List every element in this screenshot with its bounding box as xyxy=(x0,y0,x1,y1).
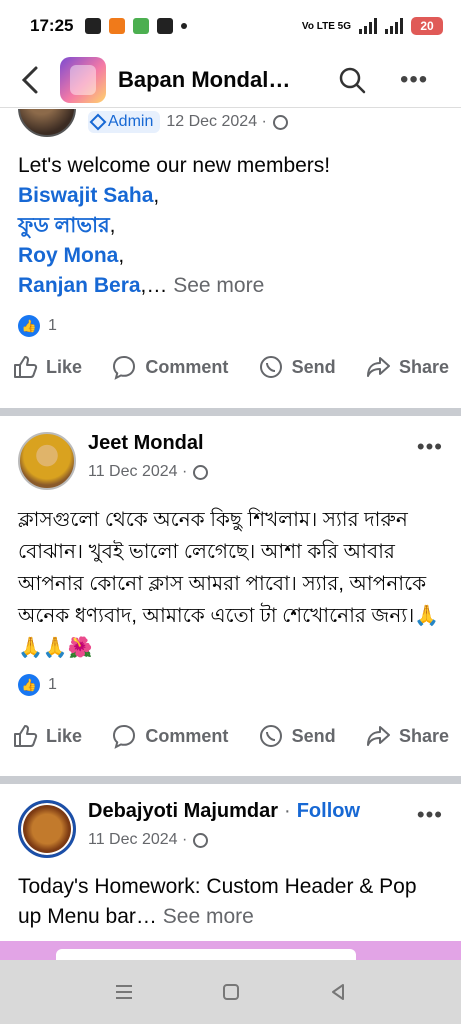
notification-icons xyxy=(85,18,188,34)
more-notifications-dot-icon xyxy=(181,23,188,29)
post-date: 12 Dec 2024 · xyxy=(166,113,267,130)
post-debajyoti: Debajyoti Majumdar · Follow 11 Dec 2024 … xyxy=(0,784,461,932)
status-time: 17:25 xyxy=(30,16,74,35)
whatsapp-icon xyxy=(259,725,282,747)
home-button[interactable] xyxy=(211,972,251,1012)
search-icon xyxy=(339,67,366,93)
author-avatar[interactable] xyxy=(18,109,76,137)
post-body: Let's welcome our new members! Biswajit … xyxy=(18,154,331,297)
status-right: Vo LTE 5G 20 xyxy=(302,17,443,35)
whatsapp-icon xyxy=(259,356,282,378)
signal-5g-icon xyxy=(385,18,403,34)
admin-icon xyxy=(89,113,107,131)
post-divider xyxy=(0,776,461,784)
see-more-link[interactable]: See more xyxy=(173,274,264,297)
group-avatar[interactable] xyxy=(60,56,106,103)
author-name[interactable]: Debajyoti Majumdar xyxy=(88,800,278,823)
post-actions: Like Comment Send Share xyxy=(0,716,461,756)
thumbs-up-icon xyxy=(14,725,38,747)
author-avatar[interactable] xyxy=(18,432,76,490)
thumbs-up-icon xyxy=(14,356,38,378)
more-dots-icon: ••• xyxy=(416,434,443,459)
share-arrow-icon xyxy=(366,357,390,377)
post-body: ক্লাসগুলো থেকে অনেক কিছু শিখলাম। স্যার দ… xyxy=(18,509,440,659)
group-header: Bapan Mondal… ••• xyxy=(0,52,461,108)
author-avatar[interactable] xyxy=(18,800,76,858)
mention-link[interactable]: ফুড লাভার xyxy=(18,214,110,237)
post-welcome: Admin 12 Dec 2024 · Let's welcome our ne… xyxy=(0,109,461,387)
reaction-count: 1 xyxy=(48,317,57,334)
more-button[interactable]: ••• xyxy=(400,66,428,94)
share-arrow-icon xyxy=(366,726,390,746)
recent-apps-button[interactable] xyxy=(104,972,144,1012)
battery-icon: 20 xyxy=(411,17,443,35)
like-button[interactable]: Like xyxy=(12,723,82,749)
more-dots-icon: ••• xyxy=(416,802,443,827)
globe-icon xyxy=(193,464,209,480)
follow-button[interactable]: Follow xyxy=(297,800,360,823)
system-nav-bar xyxy=(0,960,461,1024)
app-notification-icon xyxy=(109,18,126,34)
reaction-count: 1 xyxy=(48,676,57,693)
post-actions: Like Comment Send Share xyxy=(0,347,461,387)
admin-badge: Admin xyxy=(88,111,161,133)
reaction-summary[interactable]: 👍 1 xyxy=(0,674,461,696)
signal-icon xyxy=(359,18,377,34)
globe-icon xyxy=(272,114,288,130)
back-button[interactable] xyxy=(0,52,60,108)
comment-icon xyxy=(113,355,136,380)
search-button[interactable] xyxy=(332,60,372,100)
like-reaction-icon: 👍 xyxy=(18,674,40,696)
chat-icon xyxy=(85,18,102,34)
menu-lines-icon xyxy=(115,985,132,999)
share-button[interactable]: Share xyxy=(365,723,449,749)
status-bar: 17:25 Vo LTE 5G 20 xyxy=(0,0,461,52)
comment-icon xyxy=(113,724,136,749)
post-date: 11 Dec 2024 · xyxy=(88,831,188,848)
app-notification-icon xyxy=(157,18,174,34)
post-body: Today's Homework: Custom Header & Pop up… xyxy=(18,875,417,928)
share-button[interactable]: Share xyxy=(365,354,449,380)
send-button[interactable]: Send xyxy=(258,354,336,380)
post-options-button[interactable]: ••• xyxy=(417,434,443,460)
comment-button[interactable]: Comment xyxy=(111,723,228,749)
author-name[interactable]: Jeet Mondal xyxy=(88,432,417,455)
like-button[interactable]: Like xyxy=(12,354,82,380)
group-name[interactable]: Bapan Mondal… xyxy=(118,67,308,93)
post-options-button[interactable]: ••• xyxy=(417,802,443,828)
mention-link[interactable]: Ranjan Bera xyxy=(18,274,141,297)
post-date: 11 Dec 2024 · xyxy=(88,463,188,480)
back-nav-button[interactable] xyxy=(318,972,358,1012)
post-divider xyxy=(0,408,461,416)
back-arrow-icon xyxy=(21,66,38,93)
globe-icon xyxy=(193,832,209,848)
reaction-summary[interactable]: 👍 1 xyxy=(0,315,461,337)
home-square-icon xyxy=(222,984,239,1000)
send-button[interactable]: Send xyxy=(258,723,336,749)
app-notification-icon xyxy=(133,18,150,34)
network-type-label: Vo LTE 5G xyxy=(301,20,351,32)
post-jeet: Jeet Mondal 11 Dec 2024 · ••• ক্লাসগুলো … xyxy=(0,416,461,756)
more-dots-icon: ••• xyxy=(400,65,429,93)
like-reaction-icon: 👍 xyxy=(18,315,40,337)
back-triangle-icon xyxy=(331,984,344,1000)
comment-button[interactable]: Comment xyxy=(111,354,228,380)
mention-link[interactable]: Roy Mona xyxy=(18,244,118,267)
see-more-link[interactable]: See more xyxy=(163,905,254,928)
mention-link[interactable]: Biswajit Saha xyxy=(18,184,153,207)
